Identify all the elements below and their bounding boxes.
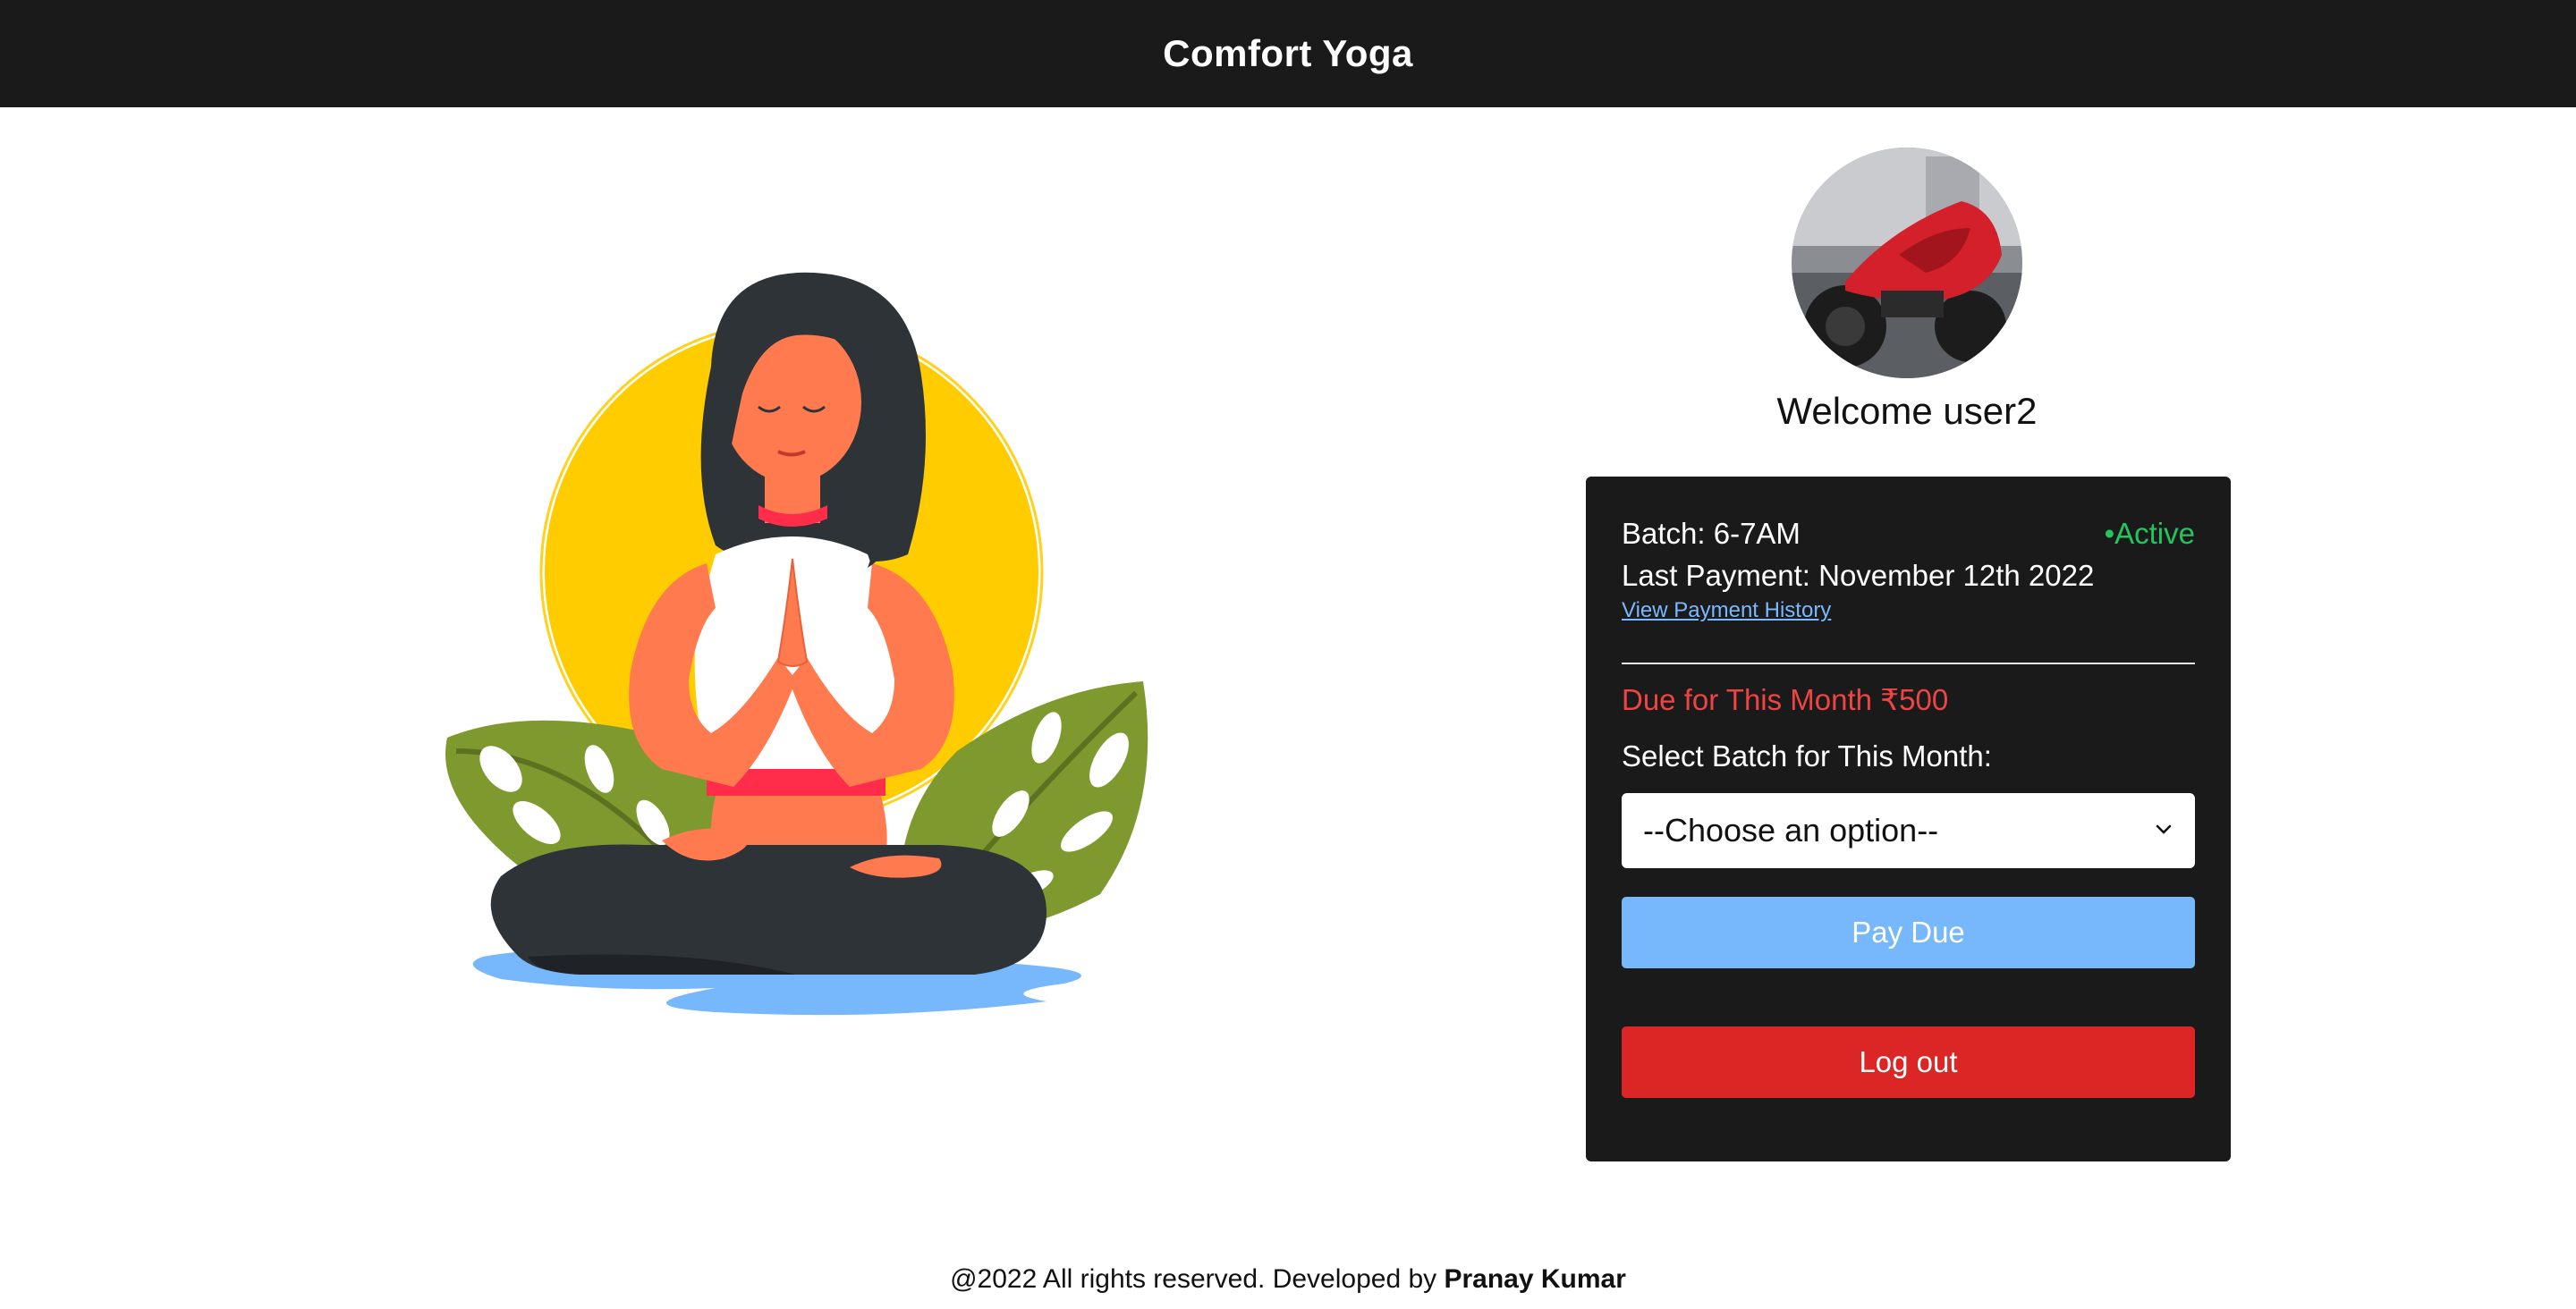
status-badge: •Active: [2104, 517, 2195, 550]
footer-author: Pranay Kumar: [1444, 1264, 1626, 1294]
batch-row: Batch: 6-7AM •Active: [1622, 517, 2195, 551]
batch-select-value: --Choose an option--: [1643, 812, 1939, 849]
view-payment-history-link[interactable]: View Payment History: [1622, 598, 1831, 623]
due-amount-text: Due for This Month ₹500: [1622, 683, 1949, 716]
yoga-illustration: [445, 272, 1148, 1016]
divider: [1622, 663, 2195, 664]
avatar: [1792, 148, 2022, 378]
footer: @2022 All rights reserved. Developed by …: [0, 1264, 2576, 1295]
welcome-heading: Welcome user2: [1776, 390, 2038, 432]
navbar: Comfort Yoga: [0, 0, 2576, 107]
pay-due-button[interactable]: Pay Due: [1622, 897, 2195, 968]
batch-select[interactable]: --Choose an option--: [1622, 793, 2195, 868]
footer-text: @2022 All rights reserved. Developed by: [950, 1264, 1445, 1294]
last-payment-text: Last Payment: November 12th 2022: [1622, 559, 2095, 592]
app-title: Comfort Yoga: [1163, 32, 1413, 74]
membership-card: Batch: 6-7AM •Active Last Payment: Novem…: [1586, 477, 2231, 1161]
logout-button[interactable]: Log out: [1622, 1026, 2195, 1098]
select-batch-label: Select Batch for This Month:: [1622, 739, 1992, 773]
chevron-down-icon: [2156, 824, 2172, 834]
motorcycle-avatar-icon: [1792, 148, 2022, 378]
batch-text: Batch: 6-7AM: [1622, 517, 1801, 550]
